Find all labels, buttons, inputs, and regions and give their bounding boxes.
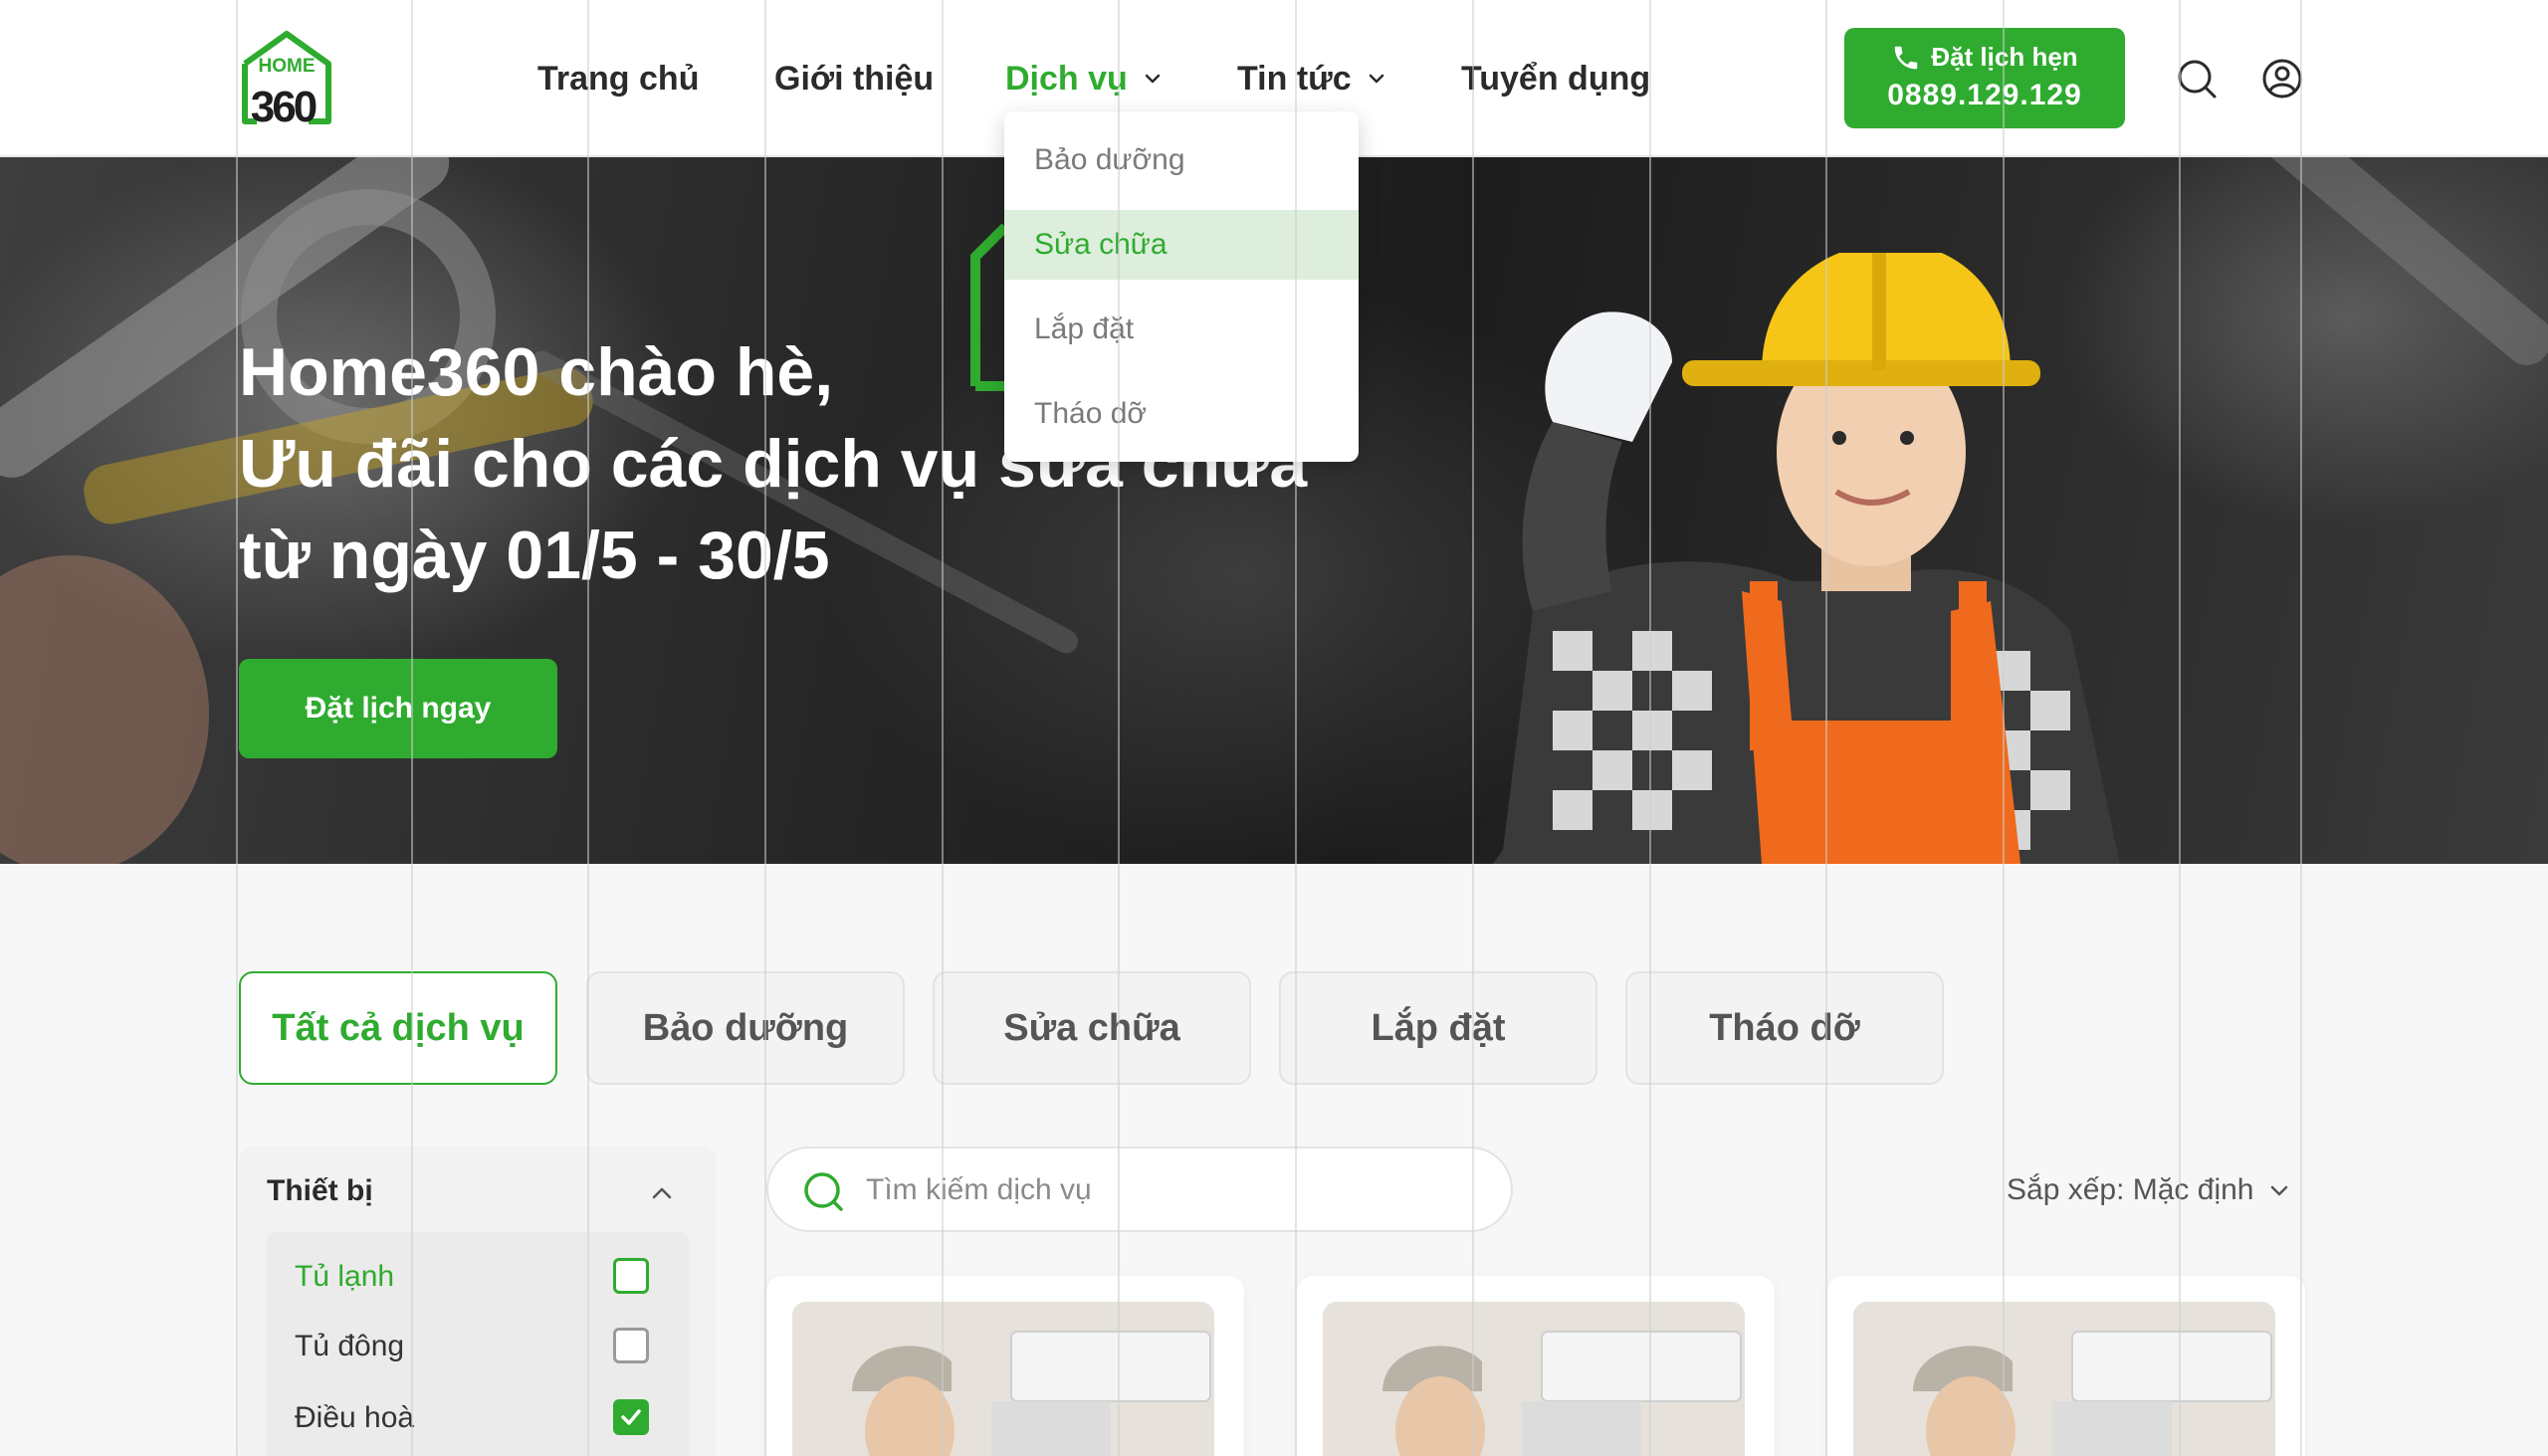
service-card-image <box>792 1302 1214 1456</box>
services-dropdown-menu: Bảo dưỡng Sửa chữa Lắp đặt Tháo dỡ <box>1004 111 1359 462</box>
nav-home-label: Trang chủ <box>537 59 700 98</box>
checkbox-checked[interactable] <box>613 1399 649 1435</box>
tab-removal[interactable]: Tháo dỡ <box>1625 971 1944 1085</box>
service-search-box <box>766 1146 1513 1232</box>
nav-about[interactable]: Giới thiệu <box>774 56 934 102</box>
nav-services-label: Dịch vụ <box>1005 59 1128 98</box>
tab-all-services[interactable]: Tất cả dịch vụ <box>239 971 557 1085</box>
account-button[interactable] <box>2261 58 2303 100</box>
device-filter-panel: Thiết bị Tủ lạnh Tủ đông Điều hoà <box>239 1146 717 1456</box>
logo-text-bottom: 360 <box>251 83 317 127</box>
service-card[interactable] <box>1297 1276 1775 1456</box>
nav-services[interactable]: Dịch vụ <box>1005 56 1164 102</box>
chevron-down-icon <box>1369 74 1383 84</box>
search-icon <box>2178 60 2217 99</box>
filter-option-fridge[interactable]: Tủ lạnh <box>267 1246 689 1306</box>
service-card-image <box>1323 1302 1745 1456</box>
hotline-number: 0889.129.129 <box>1887 79 2082 111</box>
nav-home[interactable]: Trang chủ <box>537 56 699 102</box>
chevron-down-icon <box>1145 74 1161 84</box>
filter-title: Thiết bị <box>267 1174 373 1207</box>
dropdown-item-removal[interactable]: Tháo dỡ <box>1004 379 1359 449</box>
book-appointment-label: Đặt lịch hẹn <box>1931 42 2078 72</box>
phone-icon <box>1895 46 1918 69</box>
service-card[interactable] <box>1827 1276 2305 1456</box>
user-icon <box>2262 59 2302 99</box>
search-button[interactable] <box>2176 58 2218 100</box>
filter-option-label: Tủ đông <box>295 1330 405 1362</box>
filter-option-freezer[interactable]: Tủ đông <box>267 1316 689 1375</box>
service-card[interactable] <box>766 1276 1244 1456</box>
nav-careers[interactable]: Tuyển dụng <box>1461 56 1650 102</box>
filter-option-label: Tủ lạnh <box>295 1260 395 1293</box>
book-now-button[interactable]: Đặt lịch ngay <box>239 659 557 758</box>
tab-repair[interactable]: Sửa chữa <box>933 971 1251 1085</box>
service-search-input[interactable] <box>866 1166 1463 1214</box>
technician-photo <box>1323 1302 1745 1456</box>
nav-news[interactable]: Tin tức <box>1237 56 1387 102</box>
technician-photo <box>1853 1302 2275 1456</box>
hero-headline-line3: từ ngày 01/5 - 30/5 <box>239 518 830 593</box>
logo-text-top: HOME <box>259 56 316 77</box>
home360-logo[interactable]: HOME 360 <box>239 30 334 131</box>
book-appointment-button[interactable]: Đặt lịch hẹn 0889.129.129 <box>1844 28 2125 128</box>
checkbox-unchecked[interactable] <box>613 1328 649 1363</box>
sort-dropdown[interactable]: Sắp xếp: Mặc định <box>2007 1168 2291 1212</box>
dropdown-item-installation[interactable]: Lắp đặt <box>1004 295 1359 364</box>
chevron-down-icon <box>2271 1185 2288 1196</box>
nav-about-label: Giới thiệu <box>774 59 935 98</box>
worker-photo <box>1493 253 2120 864</box>
dropdown-item-repair[interactable]: Sửa chữa <box>1004 210 1359 280</box>
checkmark-icon <box>621 1409 641 1425</box>
filter-option-air-conditioner[interactable]: Điều hoà <box>267 1387 689 1447</box>
search-icon <box>804 1172 843 1211</box>
checkbox-unchecked[interactable] <box>613 1258 649 1294</box>
service-card-image <box>1853 1302 2275 1456</box>
filter-option-label: Điều hoà <box>295 1401 415 1434</box>
home360-logo-mark: HOME 360 <box>242 31 331 131</box>
tab-installation[interactable]: Lắp đặt <box>1279 971 1597 1085</box>
filter-options-list: Tủ lạnh Tủ đông Điều hoà <box>267 1232 689 1456</box>
dropdown-item-maintenance[interactable]: Bảo dưỡng <box>1004 125 1359 195</box>
tab-maintenance[interactable]: Bảo dưỡng <box>586 971 905 1085</box>
chevron-up-icon[interactable] <box>649 1180 675 1206</box>
nav-careers-label: Tuyển dụng <box>1461 59 1651 98</box>
technician-photo <box>792 1302 1214 1456</box>
sort-label: Sắp xếp: Mặc định <box>2007 1173 2254 1206</box>
nav-news-label: Tin tức <box>1237 59 1352 98</box>
